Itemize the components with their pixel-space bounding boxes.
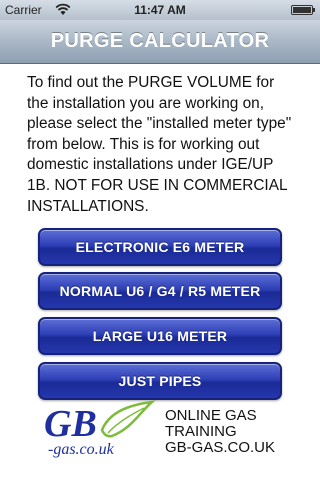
status-bar: Carrier 11:47 AM [0,0,320,20]
gb-gas-logo: GB -gas.co.uk [44,400,157,458]
footer-line-1: ONLINE GAS [165,407,257,424]
large-u16-meter-button[interactable]: LARGE U16 METER [38,317,282,355]
normal-u6-g4-r5-meter-button[interactable]: NORMAL U6 / G4 / R5 METER [38,272,282,310]
footer-line-3: GB-GAS.CO.UK [165,439,276,456]
page-title: PURGE CALCULATOR [50,30,270,52]
just-pipes-button[interactable]: JUST PIPES [38,362,282,400]
logo-gb-text: GB [44,403,97,445]
electronic-e6-meter-button[interactable]: ELECTRONIC E6 METER [38,228,282,266]
purge-calculator-screen: Carrier 11:47 AM PURGE CALCULATOR To fin… [0,0,320,480]
nav-bar: PURGE CALCULATOR [0,20,320,64]
intro-text: To find out the PURGE VOLUME for the ins… [27,74,292,215]
logo-domain-text: -gas.co.uk [48,441,115,458]
battery-icon [291,5,315,15]
footer-line-2: TRAINING [165,423,237,440]
status-time: 11:47 AM [134,3,186,17]
footer-text: ONLINE GAS TRAINING GB-GAS.CO.UK [165,408,305,456]
